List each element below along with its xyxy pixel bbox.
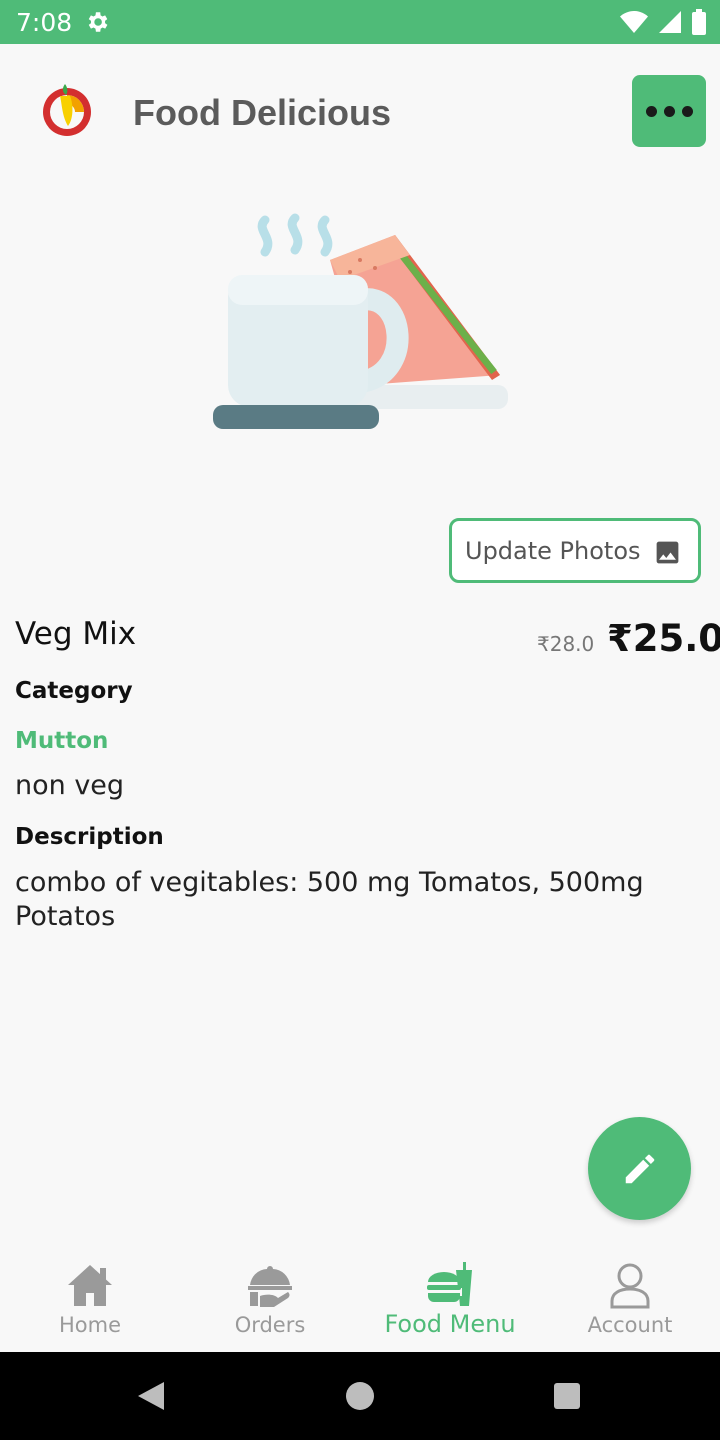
- more-horizontal-icon: [645, 105, 657, 117]
- more-dot: [663, 105, 675, 117]
- recent-apps-icon[interactable]: [554, 1383, 580, 1409]
- status-bar: 7:08: [0, 0, 720, 44]
- category-heading: Category: [15, 678, 133, 704]
- nav-account-label: Account: [587, 1313, 673, 1337]
- old-price: ₹28.0: [537, 632, 595, 656]
- description-value: combo of vegitables: 500 mg Tomatos, 500…: [15, 867, 644, 932]
- nav-food-menu[interactable]: Food Menu: [360, 1250, 540, 1352]
- item-name: Veg Mix: [15, 616, 137, 652]
- coffee-sandwich-illustration: [213, 213, 508, 429]
- home-icon: [68, 1265, 112, 1306]
- update-photos-label: Update Photos: [465, 536, 641, 565]
- status-icons: [620, 9, 706, 35]
- account-icon: [610, 1263, 650, 1309]
- pencil-icon: [625, 1154, 654, 1183]
- app-title: Food Delicious: [133, 92, 392, 133]
- food-menu-icon: [427, 1262, 472, 1306]
- wifi-icon: [620, 11, 648, 33]
- status-time: 7:08: [16, 8, 73, 37]
- current-price: ₹25.0: [607, 617, 720, 660]
- more-options-button[interactable]: [632, 75, 706, 147]
- update-photos-button[interactable]: Update Photos: [449, 518, 701, 583]
- category-value: Mutton: [15, 728, 109, 754]
- gear-icon: [88, 12, 108, 32]
- description-heading: Description: [15, 824, 164, 850]
- nav-food-menu-label: Food Menu: [384, 1310, 516, 1338]
- food-type-value: non veg: [15, 770, 125, 801]
- nav-home[interactable]: Home: [0, 1250, 180, 1352]
- home-circle-icon[interactable]: [346, 1382, 374, 1410]
- bottom-navigation: Home Orders Food Menu Account: [0, 1250, 720, 1352]
- system-navigation-bar: [0, 1352, 720, 1440]
- back-icon[interactable]: [136, 1380, 166, 1412]
- nav-account[interactable]: Account: [540, 1250, 720, 1352]
- app-header: Food Delicious: [0, 44, 720, 184]
- image-icon: [656, 541, 679, 564]
- nav-home-label: Home: [58, 1313, 121, 1337]
- orders-icon: [248, 1266, 292, 1307]
- more-dot: [681, 105, 693, 117]
- signal-icon: [659, 11, 681, 33]
- edit-button[interactable]: [588, 1117, 691, 1220]
- nav-orders-label: Orders: [234, 1313, 306, 1337]
- app-logo-icon: [43, 84, 91, 136]
- nav-orders[interactable]: Orders: [180, 1250, 360, 1352]
- battery-icon: [692, 9, 706, 35]
